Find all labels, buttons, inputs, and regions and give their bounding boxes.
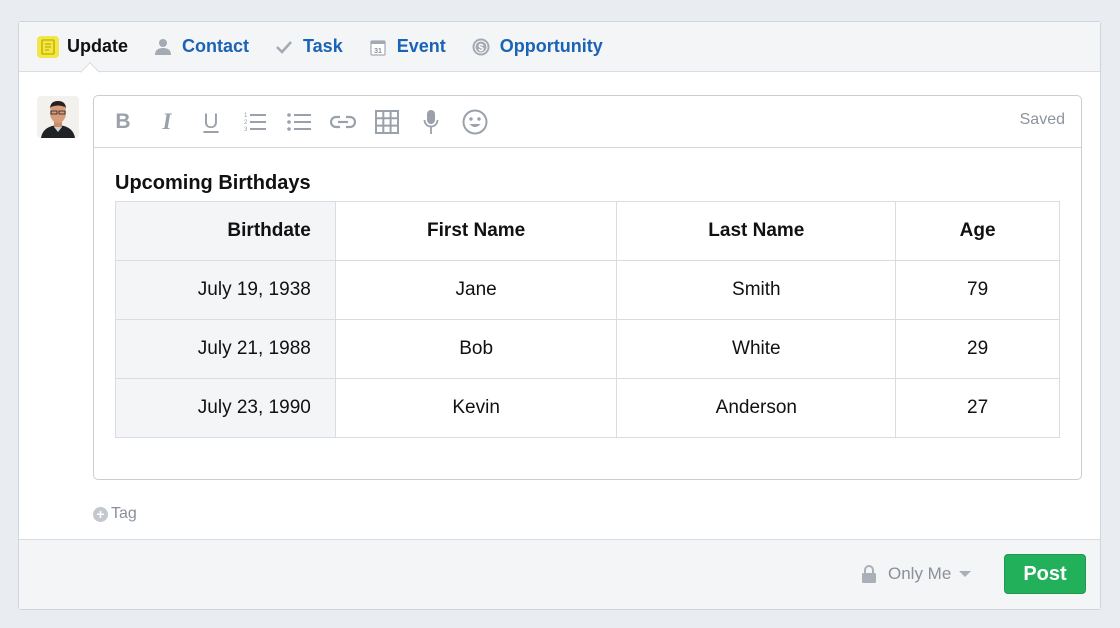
plus-circle-icon: + xyxy=(93,506,108,522)
content-heading: Upcoming Birthdays xyxy=(115,172,311,194)
chevron-down-icon xyxy=(959,571,972,577)
table-row: July 21, 1988 Bob White 29 xyxy=(115,319,1060,379)
cell-birthdate: July 19, 1938 xyxy=(115,260,336,320)
composer-footer: Only Me Post xyxy=(19,539,1100,609)
cell-last-name: Smith xyxy=(616,260,897,320)
tab-event[interactable]: 31 Event xyxy=(367,36,446,58)
table-row: July 19, 1938 Jane Smith 79 xyxy=(115,260,1060,320)
svg-text:3: 3 xyxy=(244,127,248,133)
cell-last-name: White xyxy=(616,319,897,379)
editor-toolbar: B I U 123 Saved xyxy=(94,96,1081,148)
cell-birthdate: July 23, 1990 xyxy=(115,378,336,438)
save-status: Saved xyxy=(1019,111,1065,128)
cell-last-name: Anderson xyxy=(616,378,897,438)
composer-card: Update Contact Task 31 Event $ Opportuni… xyxy=(18,21,1101,610)
underline-icon: U xyxy=(203,109,219,133)
note-icon xyxy=(37,35,59,58)
rich-text-editor[interactable]: B I U 123 Saved Upcoming Birthdays Birth… xyxy=(93,95,1082,480)
add-tag-button[interactable]: + Tag xyxy=(93,505,137,523)
table-icon xyxy=(375,109,399,134)
tab-update[interactable]: Update xyxy=(37,35,129,58)
numbered-list-button[interactable]: 123 xyxy=(240,107,270,137)
composer-tabs: Update Contact Task 31 Event $ Opportuni… xyxy=(19,22,1100,72)
table-row: July 23, 1990 Kevin Anderson 27 xyxy=(115,378,1060,438)
tag-label: Tag xyxy=(111,505,137,522)
bold-button[interactable]: B xyxy=(108,107,138,137)
bulleted-list-icon xyxy=(287,112,311,131)
header-birthdate: Birthdate xyxy=(115,201,336,261)
italic-button[interactable]: I xyxy=(152,107,182,137)
post-button[interactable]: Post xyxy=(1004,554,1086,594)
table-header-row: Birthdate First Name Last Name Age xyxy=(115,201,1060,261)
link-icon xyxy=(330,115,356,128)
tab-label: Opportunity xyxy=(499,36,603,56)
tab-contact[interactable]: Contact xyxy=(152,36,249,58)
lock-icon xyxy=(862,565,876,583)
check-icon xyxy=(273,36,295,58)
microphone-button[interactable] xyxy=(416,107,446,137)
privacy-dropdown[interactable]: Only Me xyxy=(862,564,972,584)
underline-button[interactable]: U xyxy=(196,107,226,137)
cell-birthdate: July 21, 1988 xyxy=(115,319,336,379)
svg-text:31: 31 xyxy=(374,48,382,55)
bold-icon: B xyxy=(115,109,131,133)
emoji-button[interactable] xyxy=(460,107,490,137)
cell-first-name: Bob xyxy=(334,319,618,379)
header-first-name: First Name xyxy=(334,201,618,261)
tab-label: Event xyxy=(396,36,446,56)
editor-content[interactable]: Upcoming Birthdays Birthdate First Name … xyxy=(94,148,1081,438)
birthdays-table: Birthdate First Name Last Name Age July … xyxy=(115,201,1060,438)
svg-text:$: $ xyxy=(478,43,484,54)
italic-icon: I xyxy=(162,108,172,134)
tab-label: Task xyxy=(303,36,343,56)
tab-label: Contact xyxy=(182,36,250,56)
tab-label: Update xyxy=(67,36,129,56)
emoji-icon xyxy=(462,109,488,134)
header-last-name: Last Name xyxy=(616,201,897,261)
cell-first-name: Kevin xyxy=(334,378,618,438)
privacy-label: Only Me xyxy=(888,564,952,583)
svg-text:2: 2 xyxy=(244,120,248,126)
header-age: Age xyxy=(895,201,1060,261)
tab-task[interactable]: Task xyxy=(273,36,343,58)
microphone-icon xyxy=(423,109,439,134)
calendar-icon: 31 xyxy=(367,36,389,58)
svg-text:1: 1 xyxy=(244,113,248,119)
table-button[interactable] xyxy=(372,107,402,137)
numbered-list-icon: 123 xyxy=(244,113,266,133)
bulleted-list-button[interactable] xyxy=(284,107,314,137)
avatar xyxy=(37,96,79,138)
tab-opportunity[interactable]: $ Opportunity xyxy=(470,36,603,58)
link-button[interactable] xyxy=(328,107,358,137)
person-icon xyxy=(152,36,174,58)
cell-age: 27 xyxy=(895,378,1060,438)
dollar-coin-icon: $ xyxy=(470,36,492,58)
cell-first-name: Jane xyxy=(334,260,618,320)
cell-age: 79 xyxy=(895,260,1060,320)
cell-age: 29 xyxy=(895,319,1060,379)
